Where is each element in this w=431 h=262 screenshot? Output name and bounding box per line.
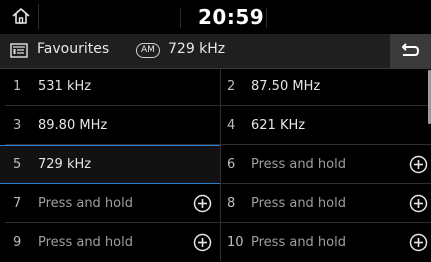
preset-number: 9 [13,235,22,250]
favourites-header: Favourites AM 729 kHz [0,34,431,69]
back-icon [402,43,420,56]
preset-item-2[interactable]: 2 87.50 MHz [221,68,431,106]
preset-number: 1 [13,79,22,94]
favourites-list-icon [10,43,28,58]
preset-label: 621 KHz [251,118,306,133]
page-title: Favourites [37,41,110,57]
plus-circle-icon[interactable] [409,233,428,252]
back-button[interactable] [390,34,431,68]
preset-item-3[interactable]: 3 89.80 MHz [5,107,220,145]
plus-circle-icon[interactable] [193,233,212,252]
preset-label: Press and hold [38,235,133,250]
plus-circle-icon[interactable] [409,194,428,213]
clock-time: 20:59 [198,5,265,29]
preset-label: Press and hold [251,235,346,250]
preset-number: 6 [227,157,236,172]
preset-item-1[interactable]: 1 531 kHz [5,68,220,106]
preset-item-5-selected[interactable]: 5 729 kHz [0,145,220,184]
presets-grid: 1 531 kHz 2 87.50 MHz 3 89.80 MHz 4 621 … [0,68,431,261]
home-button[interactable] [6,4,39,30]
preset-label: 89.80 MHz [38,118,108,133]
preset-item-7[interactable]: 7 Press and hold [5,185,220,223]
divider [266,8,267,28]
plus-circle-icon[interactable] [193,194,212,213]
preset-number: 5 [13,157,22,172]
preset-label: Press and hold [251,196,346,211]
preset-label: 729 kHz [38,157,92,172]
preset-number: 8 [227,196,236,211]
preset-number: 7 [13,196,22,211]
preset-label: Press and hold [38,196,133,211]
preset-number: 4 [227,118,236,133]
preset-label: Press and hold [251,157,346,172]
preset-item-9[interactable]: 9 Press and hold [5,224,220,262]
divider [180,8,181,28]
preset-item-6[interactable]: 6 Press and hold [221,146,431,184]
plus-circle-icon[interactable] [409,155,428,174]
status-bar: 20:59 [0,0,431,34]
current-frequency: 729 kHz [168,41,226,57]
band-badge: AM [136,43,160,58]
preset-label: 87.50 MHz [251,79,321,94]
home-icon [12,8,30,24]
preset-label: 531 kHz [38,79,92,94]
preset-number: 10 [227,235,244,250]
preset-item-8[interactable]: 8 Press and hold [221,185,431,223]
preset-item-10[interactable]: 10 Press and hold [221,224,431,262]
preset-number: 3 [13,118,22,133]
preset-item-4[interactable]: 4 621 KHz [221,107,431,145]
preset-number: 2 [227,79,236,94]
